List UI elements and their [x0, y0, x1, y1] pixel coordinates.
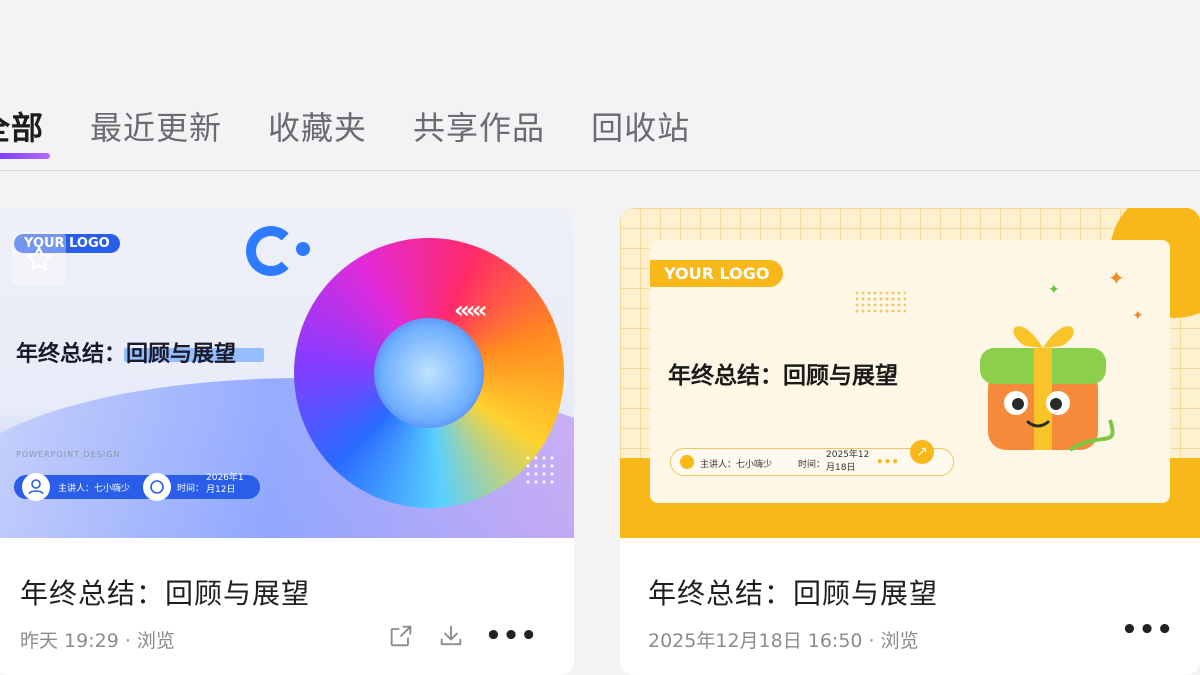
- speaker-text: 主讲人：七小嗨少: [58, 484, 131, 494]
- speaker-text: 主讲人：七小嗨少: [700, 460, 773, 470]
- download-icon[interactable]: [435, 620, 467, 652]
- arrow-icon: ↗: [910, 440, 934, 464]
- sparkle-icon: ✦: [1048, 282, 1060, 298]
- work-card[interactable]: YOUR LOGO 年终总结：回顾与展望 ‹‹‹‹‹ POWERPOINT DE…: [0, 208, 574, 675]
- thumbnail-headline: 年终总结：回顾与展望: [668, 363, 898, 389]
- user-icon: [680, 455, 694, 469]
- tab-label: 共享作品: [413, 109, 546, 147]
- tab-shared[interactable]: 共享作品: [413, 103, 545, 149]
- card-meta: 昨天 19:29 · 浏览: [20, 630, 175, 652]
- work-card[interactable]: YOUR LOGO 年终总结：回顾与展望 主讲人：七小嗨少 时间： 2025年1…: [620, 208, 1200, 675]
- speaker-avatar-icon: [22, 473, 50, 501]
- gift-mascot-icon: [980, 326, 1115, 452]
- tab-label: 收藏夹: [268, 109, 368, 147]
- chevrons-decoration: ‹‹‹‹‹: [454, 296, 488, 324]
- tab-recent[interactable]: 最近更新: [90, 103, 222, 149]
- card-title[interactable]: 年终总结：回顾与展望: [20, 572, 310, 612]
- tabs-divider: [0, 170, 1200, 171]
- ring-decoration: [246, 226, 296, 276]
- card-thumbnail[interactable]: YOUR LOGO 年终总结：回顾与展望 ‹‹‹‹‹ POWERPOINT DE…: [0, 208, 574, 538]
- thumbnail-headline: 年终总结：回顾与展望: [16, 342, 237, 367]
- star-icon: [26, 246, 52, 270]
- dot-pattern-decoration: [854, 290, 906, 314]
- date-line: 2026年1: [206, 473, 244, 483]
- tab-label: 回收站: [591, 109, 691, 147]
- dot-decoration: [296, 242, 310, 256]
- thumbnail-date: 2025年12 月18日: [826, 449, 869, 475]
- card-title[interactable]: 年终总结：回顾与展望: [648, 572, 938, 612]
- card-thumbnail[interactable]: YOUR LOGO 年终总结：回顾与展望 主讲人：七小嗨少 时间： 2025年1…: [620, 208, 1200, 538]
- thumbnail-logo: YOUR LOGO: [650, 260, 784, 287]
- sparkle-icon: ✦: [1108, 266, 1125, 290]
- sparkle-icon: ✦: [1132, 308, 1144, 324]
- dots-decoration: •••: [876, 455, 900, 469]
- card-actions: •••: [1121, 617, 1174, 643]
- works-page: 全部 最近更新 收藏夹 共享作品 回收站 YOUR LOGO: [0, 0, 1200, 675]
- dot-grid-decoration: [524, 454, 554, 484]
- date-line: 月18日: [826, 463, 856, 473]
- tab-trash[interactable]: 回收站: [591, 103, 690, 149]
- filter-tabs: 全部 最近更新 收藏夹 共享作品 回收站: [0, 96, 736, 159]
- tab-favorites[interactable]: 收藏夹: [268, 103, 367, 149]
- more-icon[interactable]: •••: [1121, 617, 1174, 643]
- tab-label: 最近更新: [90, 109, 223, 147]
- card-actions: •••: [385, 620, 538, 652]
- date-line: 2025年12: [826, 450, 870, 460]
- thumbnail-date: 2026年1 月12日: [206, 472, 244, 496]
- tab-all[interactable]: 全部: [0, 103, 51, 159]
- time-label: 时间：: [177, 484, 205, 494]
- time-label: 时间：: [798, 460, 826, 470]
- card-meta: 2025年12月18日 16:50 · 浏览: [648, 630, 919, 652]
- clock-icon: [143, 473, 171, 501]
- thumbnail-subtitle: POWERPOINT DESIGN: [16, 450, 121, 459]
- date-line: 月12日: [206, 485, 236, 495]
- more-icon[interactable]: •••: [485, 623, 538, 649]
- share-icon[interactable]: [385, 620, 417, 652]
- tab-label: 全部: [0, 109, 45, 147]
- active-tab-indicator: [0, 153, 51, 159]
- favorite-star-button[interactable]: [12, 232, 66, 286]
